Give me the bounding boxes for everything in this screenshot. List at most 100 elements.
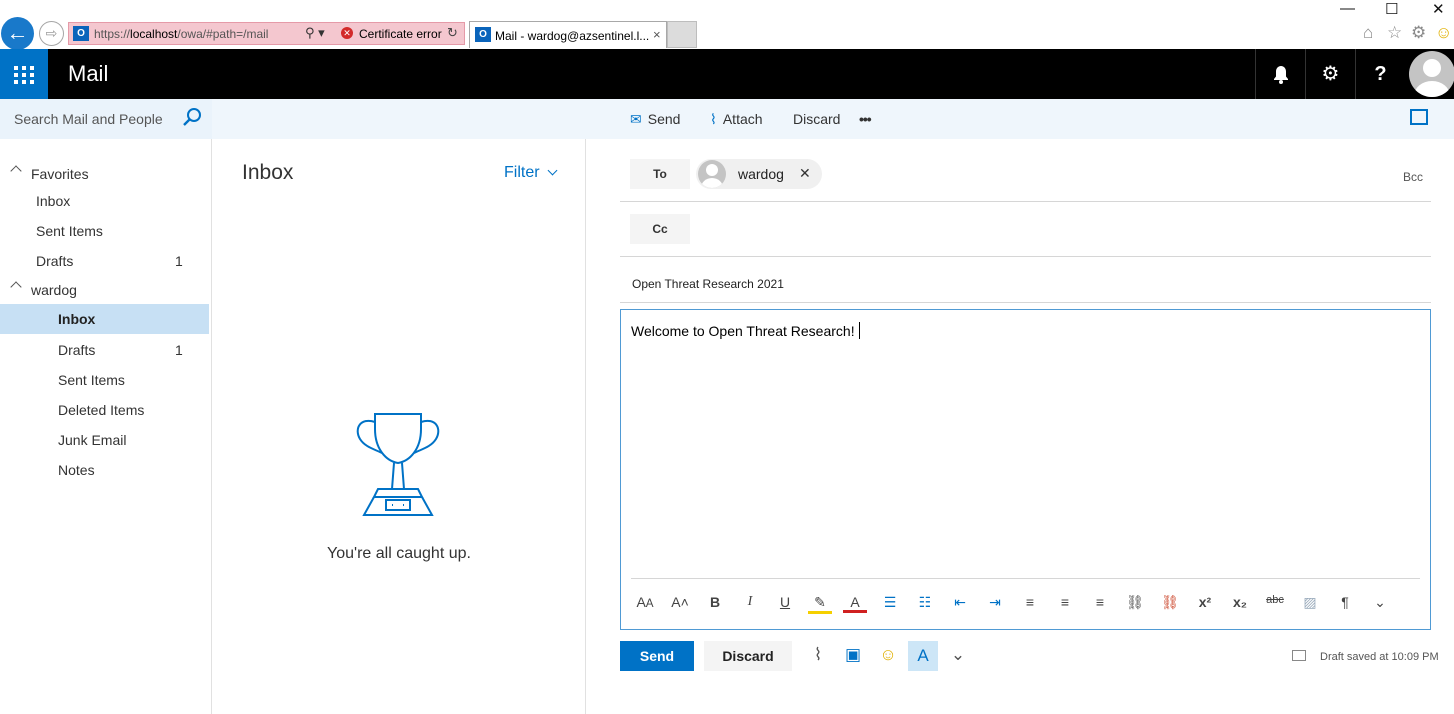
insert-picture-inline-icon[interactable]: ▨ xyxy=(1298,594,1322,611)
align-center-icon[interactable]: ≡ xyxy=(1053,594,1077,610)
recipient-chip[interactable]: wardog ✕ xyxy=(696,159,822,189)
highlight-icon[interactable]: ✎ xyxy=(808,594,832,614)
owa-header: Mail ⚙ ? xyxy=(0,49,1454,99)
collapse-chevron-icon[interactable] xyxy=(10,165,22,177)
send-button[interactable]: Send xyxy=(620,641,694,671)
draft-status-icon xyxy=(1292,650,1306,661)
smiley-feedback-icon[interactable]: ☺ xyxy=(1435,23,1452,43)
increase-indent-icon[interactable]: ⇥ xyxy=(983,594,1007,611)
font-icon[interactable]: AA xyxy=(633,594,657,610)
bullets-icon[interactable]: ☰ xyxy=(878,594,902,611)
font-color-icon[interactable]: A xyxy=(843,594,867,613)
trophy-icon xyxy=(356,413,440,516)
refresh-icon[interactable]: ↻ xyxy=(447,25,458,41)
italic-icon[interactable]: I xyxy=(738,594,762,610)
outlook-tab-icon: O xyxy=(475,27,491,42)
text-direction-icon[interactable]: ¶ xyxy=(1333,594,1357,610)
browser-chrome: ← ⇨ O https://localhost/owa/#path=/mail … xyxy=(0,0,1454,50)
underline-icon[interactable]: U xyxy=(773,594,797,610)
more-options-chevron-icon[interactable]: ⌄ xyxy=(946,645,970,665)
attach-icon[interactable]: ⌇ xyxy=(806,645,830,665)
favorites-header[interactable]: Favorites xyxy=(0,159,209,189)
certificate-error-icon: ✕ xyxy=(341,27,353,39)
align-right-icon[interactable]: ≡ xyxy=(1088,594,1112,610)
maximize-button[interactable]: ☐ xyxy=(1385,0,1398,18)
message-body-text[interactable]: Welcome to Open Threat Research! xyxy=(631,322,860,339)
cc-button[interactable]: Cc xyxy=(630,214,690,244)
font-size-icon[interactable]: A˄ xyxy=(668,594,692,610)
command-bar: ✉ Send ⌇ Attach Discard ••• xyxy=(212,99,1454,139)
numbering-icon[interactable]: ☷ xyxy=(913,594,937,611)
paperclip-icon: ⌇ xyxy=(710,111,717,127)
decrease-indent-icon[interactable]: ⇤ xyxy=(948,594,972,611)
favorite-folder-sent-items[interactable]: Sent Items xyxy=(0,216,209,246)
tools-gear-icon[interactable]: ⚙ xyxy=(1411,23,1426,43)
search-icon[interactable] xyxy=(182,107,202,133)
folder-sent-items[interactable]: Sent Items xyxy=(0,365,209,395)
folder-inbox[interactable]: Inbox xyxy=(0,304,209,334)
divider xyxy=(620,201,1431,202)
folder-notes[interactable]: Notes xyxy=(0,455,209,485)
discard-button[interactable]: Discard xyxy=(704,641,792,671)
app-launcher-icon[interactable] xyxy=(0,49,48,99)
subject-field[interactable]: Open Threat Research 2021 xyxy=(632,277,784,291)
send-mail-icon: ✉ xyxy=(630,111,642,127)
address-bar[interactable]: O https://localhost/owa/#path=/mail ⚲ ▾ … xyxy=(68,22,465,45)
favorite-folder-drafts[interactable]: Drafts 1 xyxy=(0,246,209,276)
home-icon[interactable]: ⌂ xyxy=(1363,23,1373,43)
back-button[interactable]: ← xyxy=(1,17,34,50)
tab-title: Mail - wardog@azsentinel.l... xyxy=(495,29,650,43)
to-button[interactable]: To xyxy=(630,159,690,189)
more-options-icon[interactable]: ••• xyxy=(859,111,872,127)
more-formatting-chevron-icon[interactable]: ⌄ xyxy=(1368,594,1392,611)
folder-junk-email[interactable]: Junk Email xyxy=(0,425,209,455)
folder-pane: Favorites Inbox Sent Items Drafts 1 ward… xyxy=(0,139,212,714)
insert-picture-icon[interactable]: ▣ xyxy=(841,645,865,665)
superscript-icon[interactable]: x² xyxy=(1193,594,1217,610)
bcc-link[interactable]: Bcc xyxy=(1403,170,1423,184)
settings-gear-icon[interactable]: ⚙ xyxy=(1305,49,1355,99)
empty-state-text: You're all caught up. xyxy=(327,545,471,562)
bold-icon[interactable]: B xyxy=(703,594,727,610)
app-title: Mail xyxy=(68,61,109,86)
send-command[interactable]: ✉ Send xyxy=(630,111,680,128)
tab-close-icon[interactable]: × xyxy=(653,27,661,42)
user-avatar[interactable] xyxy=(1409,51,1454,97)
filter-dropdown[interactable]: Filter xyxy=(504,164,558,182)
search-dropdown-icon[interactable]: ⚲ ▾ xyxy=(305,25,325,41)
new-tab-button[interactable] xyxy=(667,21,697,48)
divider xyxy=(620,256,1431,257)
formatting-toggle-icon[interactable]: A xyxy=(908,641,938,671)
favorites-star-icon[interactable]: ☆ xyxy=(1387,23,1402,43)
outlook-favicon-icon: O xyxy=(73,26,89,41)
favorite-folder-inbox[interactable]: Inbox xyxy=(0,186,209,216)
insert-link-icon[interactable]: ⛓ xyxy=(1123,594,1147,611)
remove-recipient-icon[interactable]: ✕ xyxy=(799,165,811,182)
collapse-chevron-icon[interactable] xyxy=(10,281,22,293)
certificate-error-label[interactable]: Certificate error xyxy=(359,27,442,41)
divider xyxy=(631,578,1420,579)
attach-command[interactable]: ⌇ Attach xyxy=(710,111,763,128)
account-header[interactable]: wardog xyxy=(0,275,209,305)
folder-drafts[interactable]: Drafts 1 xyxy=(0,335,209,365)
unread-count: 1 xyxy=(175,253,183,269)
strikethrough-icon[interactable]: abc xyxy=(1263,594,1287,606)
unread-count: 1 xyxy=(175,342,183,358)
popout-window-icon[interactable] xyxy=(1410,109,1428,125)
message-body-editor[interactable]: Welcome to Open Threat Research! AA A˄ B… xyxy=(620,309,1431,630)
close-window-button[interactable]: ✕ xyxy=(1432,0,1445,18)
url-text: https://localhost/owa/#path=/mail xyxy=(94,27,269,41)
folder-deleted-items[interactable]: Deleted Items xyxy=(0,395,209,425)
discard-command[interactable]: Discard xyxy=(793,111,840,127)
emoji-icon[interactable]: ☺ xyxy=(876,645,900,665)
search-box[interactable]: Search Mail and People xyxy=(0,99,212,139)
remove-link-icon[interactable]: ⛓ xyxy=(1158,594,1182,611)
search-input[interactable]: Search Mail and People xyxy=(14,111,163,127)
browser-tab[interactable]: O Mail - wardog@azsentinel.l... × xyxy=(469,21,667,48)
forward-button[interactable]: ⇨ xyxy=(39,21,64,46)
help-button[interactable]: ? xyxy=(1355,49,1405,99)
subscript-icon[interactable]: x₂ xyxy=(1228,594,1252,610)
notifications-bell-icon[interactable] xyxy=(1255,49,1305,99)
align-left-icon[interactable]: ≡ xyxy=(1018,594,1042,610)
minimize-button[interactable]: — xyxy=(1340,0,1355,17)
